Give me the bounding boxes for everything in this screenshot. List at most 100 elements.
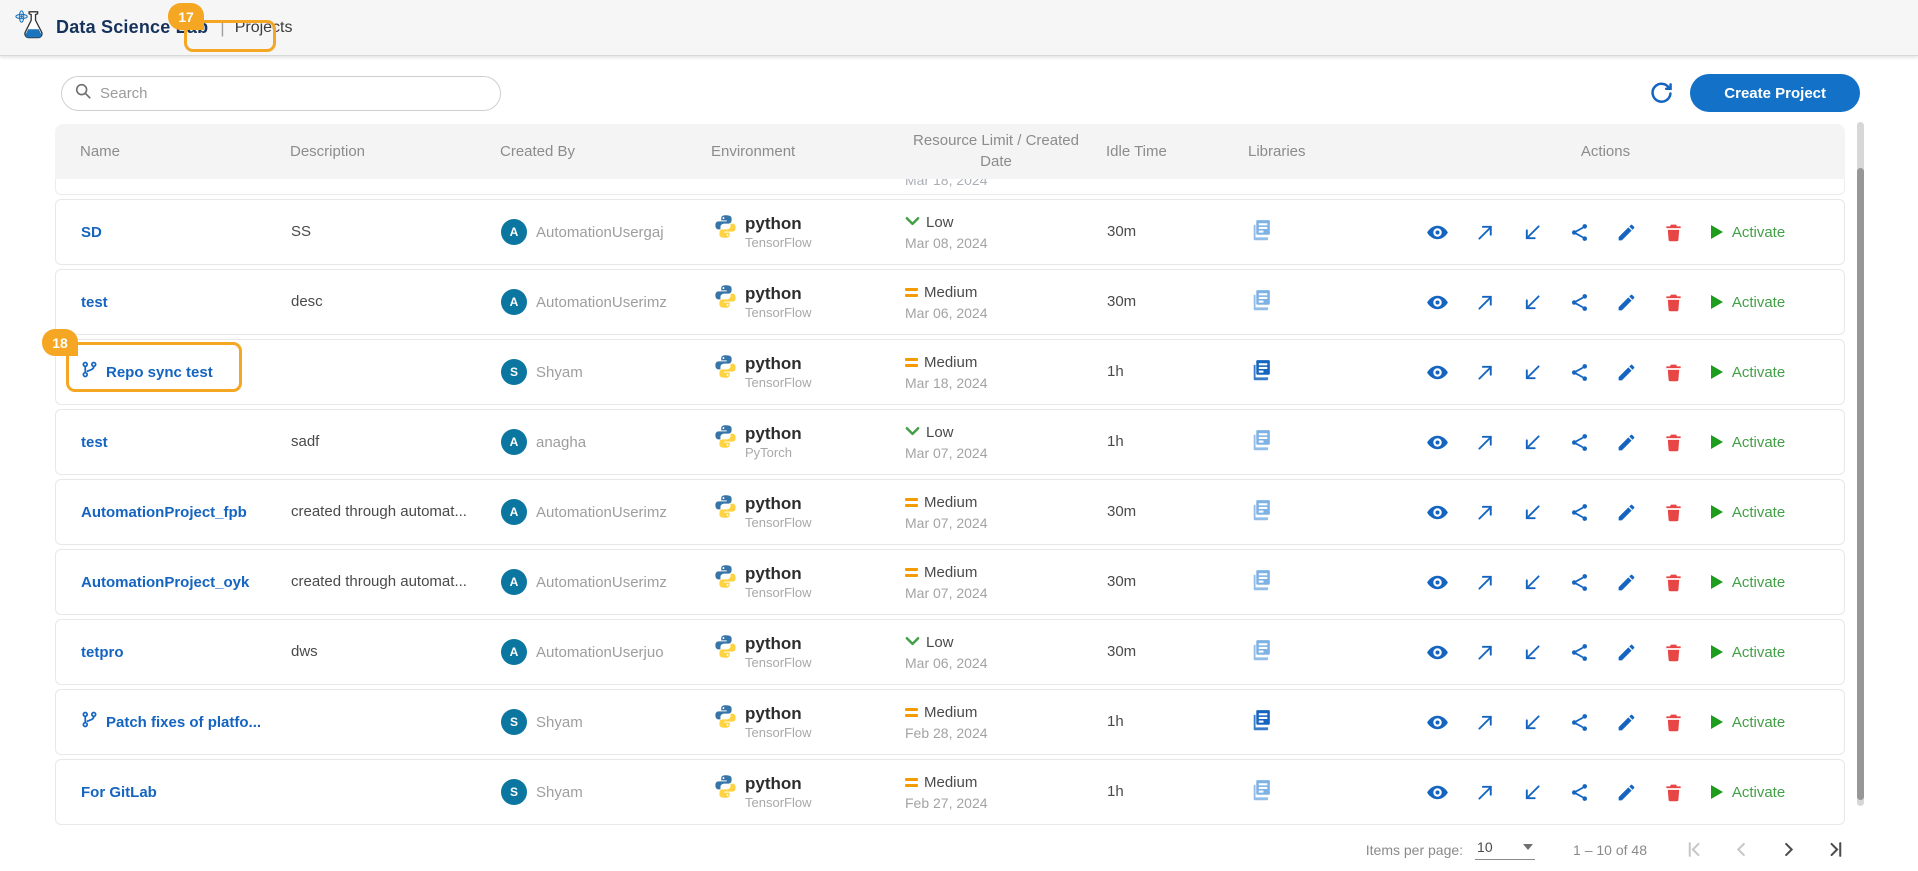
next-page-button[interactable] (1779, 840, 1798, 859)
edit-button[interactable] (1616, 642, 1637, 663)
edit-button[interactable] (1616, 502, 1637, 523)
open-arrow-button[interactable] (1475, 222, 1496, 243)
share-button[interactable] (1569, 222, 1590, 243)
search-input[interactable] (100, 85, 488, 102)
view-button[interactable] (1426, 291, 1449, 314)
open-arrow-button[interactable] (1475, 782, 1496, 803)
project-name-link[interactable]: AutomationProject_fpb (81, 504, 247, 521)
prev-page-button[interactable] (1732, 840, 1751, 859)
view-button[interactable] (1426, 501, 1449, 524)
project-name-link[interactable]: Patch fixes of platfo... (106, 714, 261, 731)
edit-button[interactable] (1616, 362, 1637, 383)
open-arrow-button[interactable] (1475, 572, 1496, 593)
vertical-scrollbar-thumb[interactable] (1857, 168, 1864, 800)
open-arrow-button[interactable] (1475, 642, 1496, 663)
edit-button[interactable] (1616, 292, 1637, 313)
libraries-button[interactable] (1249, 217, 1274, 245)
share-button[interactable] (1569, 642, 1590, 663)
view-button[interactable] (1426, 781, 1449, 804)
project-name-link[interactable]: test (81, 294, 108, 311)
libraries-button[interactable] (1249, 777, 1274, 805)
delete-button[interactable] (1663, 572, 1684, 593)
delete-button[interactable] (1663, 432, 1684, 453)
activate-button[interactable]: Activate (1710, 294, 1785, 311)
import-arrow-button[interactable] (1522, 292, 1543, 313)
project-name-link[interactable]: SD (81, 224, 102, 241)
share-button[interactable] (1569, 712, 1590, 733)
column-header-idle-time[interactable]: Idle Time (1096, 143, 1236, 160)
project-name-link[interactable]: tetpro (81, 644, 124, 661)
column-header-name[interactable]: Name (55, 143, 275, 160)
share-button[interactable] (1569, 572, 1590, 593)
delete-button[interactable] (1663, 712, 1684, 733)
import-arrow-button[interactable] (1522, 642, 1543, 663)
view-button[interactable] (1426, 641, 1449, 664)
libraries-button[interactable] (1249, 707, 1274, 735)
import-arrow-button[interactable] (1522, 502, 1543, 523)
refresh-button[interactable] (1649, 81, 1674, 106)
libraries-button[interactable] (1249, 427, 1274, 455)
delete-button[interactable] (1663, 782, 1684, 803)
import-arrow-button[interactable] (1522, 222, 1543, 243)
delete-button[interactable] (1663, 502, 1684, 523)
share-button[interactable] (1569, 362, 1590, 383)
delete-button[interactable] (1663, 362, 1684, 383)
import-arrow-button[interactable] (1522, 712, 1543, 733)
share-button[interactable] (1569, 292, 1590, 313)
activate-button[interactable]: Activate (1710, 574, 1785, 591)
open-arrow-button[interactable] (1475, 292, 1496, 313)
column-header-created-by[interactable]: Created By (485, 143, 696, 160)
import-arrow-button[interactable] (1522, 782, 1543, 803)
edit-button[interactable] (1616, 782, 1637, 803)
view-button[interactable] (1426, 571, 1449, 594)
open-arrow-button[interactable] (1475, 362, 1496, 383)
activate-button[interactable]: Activate (1710, 644, 1785, 661)
search-box[interactable] (61, 76, 501, 111)
activate-button[interactable]: Activate (1710, 434, 1785, 451)
view-button[interactable] (1426, 431, 1449, 454)
open-arrow-button[interactable] (1475, 432, 1496, 453)
libraries-button[interactable] (1249, 287, 1274, 315)
edit-button[interactable] (1616, 222, 1637, 243)
open-arrow-button[interactable] (1475, 502, 1496, 523)
share-button[interactable] (1569, 782, 1590, 803)
delete-button[interactable] (1663, 642, 1684, 663)
column-header-environment[interactable]: Environment (696, 143, 896, 160)
activate-button[interactable]: Activate (1710, 714, 1785, 731)
project-name-link[interactable]: Repo sync test (106, 364, 213, 381)
activate-button[interactable]: Activate (1710, 364, 1785, 381)
breadcrumb-projects[interactable]: Projects (235, 19, 293, 37)
import-arrow-button[interactable] (1522, 432, 1543, 453)
edit-button[interactable] (1616, 432, 1637, 453)
delete-button[interactable] (1663, 292, 1684, 313)
delete-button[interactable] (1663, 222, 1684, 243)
libraries-button[interactable] (1249, 497, 1274, 525)
create-project-button[interactable]: Create Project (1690, 74, 1860, 112)
items-per-page-select[interactable]: 10 (1475, 839, 1535, 860)
activate-button[interactable]: Activate (1710, 504, 1785, 521)
column-header-libraries[interactable]: Libraries (1236, 143, 1366, 160)
activate-button[interactable]: Activate (1710, 784, 1785, 801)
view-button[interactable] (1426, 711, 1449, 734)
libraries-button[interactable] (1249, 637, 1274, 665)
vertical-scrollbar-track[interactable] (1857, 122, 1864, 806)
import-arrow-button[interactable] (1522, 362, 1543, 383)
open-arrow-button[interactable] (1475, 712, 1496, 733)
libraries-button[interactable] (1249, 357, 1274, 385)
project-name-link[interactable]: For GitLab (81, 784, 157, 801)
import-arrow-button[interactable] (1522, 572, 1543, 593)
project-name-link[interactable]: test (81, 434, 108, 451)
edit-button[interactable] (1616, 572, 1637, 593)
column-header-resource-limit[interactable]: Resource Limit / Created Date (896, 131, 1096, 172)
share-button[interactable] (1569, 502, 1590, 523)
share-button[interactable] (1569, 432, 1590, 453)
view-button[interactable] (1426, 221, 1449, 244)
column-header-description[interactable]: Description (275, 143, 485, 160)
last-page-button[interactable] (1826, 840, 1845, 859)
project-name-link[interactable]: AutomationProject_oyk (81, 574, 249, 591)
libraries-button[interactable] (1249, 567, 1274, 595)
edit-button[interactable] (1616, 712, 1637, 733)
view-button[interactable] (1426, 361, 1449, 384)
activate-button[interactable]: Activate (1710, 224, 1785, 241)
first-page-button[interactable] (1685, 840, 1704, 859)
